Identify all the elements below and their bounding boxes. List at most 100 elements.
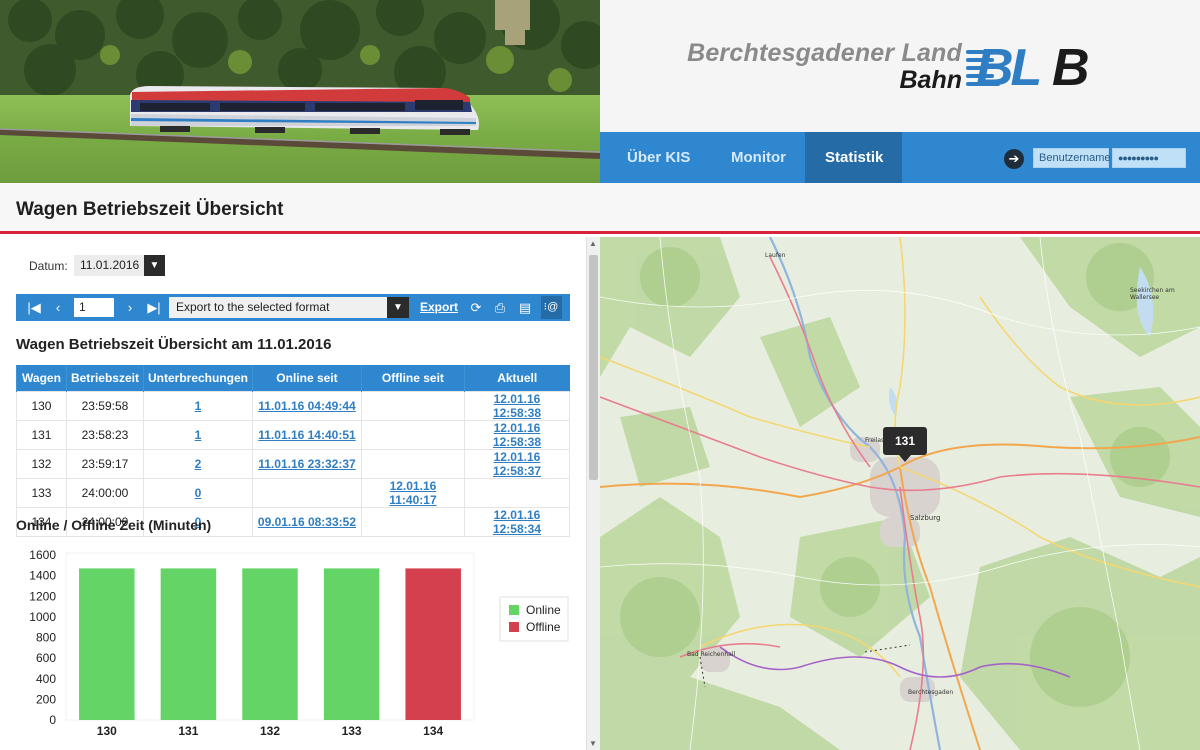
map-tiles (600, 237, 1200, 750)
bar-134[interactable] (405, 568, 461, 720)
legend-swatch-online (509, 605, 519, 615)
aktuell-link[interactable]: 12.01.16 12:58:37 (493, 450, 541, 478)
vehicle-map[interactable]: Freilassing Salzburg Bad Reichenhall Ber… (600, 237, 1200, 750)
online-link[interactable]: 11.01.16 04:49:44 (258, 399, 355, 413)
online-link[interactable]: 09.01.16 08:33:52 (258, 515, 356, 529)
brand-name: Berchtesgadener Land Bahn (687, 40, 962, 94)
chevron-down-icon[interactable]: ▼ (387, 297, 409, 318)
report-toolbar: |◀ ‹ 1 › ▶| Export to the selected forma… (16, 294, 570, 321)
y-tick-label: 200 (36, 692, 56, 706)
export-format-select[interactable]: Export to the selected format (169, 297, 387, 318)
bar-132[interactable] (242, 568, 298, 720)
column-header: Unterbrechungen (142, 365, 253, 391)
first-page-icon[interactable]: |◀ (24, 294, 44, 321)
report-title: Wagen Betriebszeit Übersicht am 11.01.20… (16, 336, 332, 353)
last-page-icon[interactable]: ▶| (144, 294, 164, 321)
nav-item-ueber-kis[interactable]: Über KIS (607, 132, 710, 183)
online-link[interactable]: 11.01.16 14:40:51 (258, 428, 355, 442)
print-layout-icon[interactable]: ⎙ (490, 294, 510, 321)
brand-line-1: Berchtesgadener Land (687, 39, 962, 67)
brand-line-2: Bahn (899, 66, 963, 94)
cell-online: 11.01.16 04:49:44 (252, 390, 362, 421)
cell-wagen: 131 (16, 419, 67, 450)
offline-link[interactable]: 12.01.16 11:40:17 (389, 479, 436, 507)
y-tick-label: 1400 (29, 569, 56, 583)
cell-unterbrechungen: 1 (142, 419, 254, 450)
y-tick-label: 1200 (29, 589, 56, 603)
bar-133[interactable] (323, 568, 380, 720)
scroll-down-icon[interactable]: ▼ (589, 739, 597, 748)
prev-page-icon[interactable]: ‹ (48, 294, 68, 321)
table-header-row: Wagen Betriebszeit Unterbrechungen Onlin… (16, 365, 570, 391)
datum-field[interactable]: 11.01.2016 (74, 255, 144, 276)
nav-item-statistik[interactable]: Statistik (805, 132, 902, 183)
scroll-up-icon[interactable]: ▲ (589, 239, 597, 248)
cell-unterbrechungen: 0 (142, 477, 254, 508)
cell-wagen: 133 (16, 477, 67, 508)
bar-131[interactable] (160, 568, 217, 720)
online-link[interactable]: 11.01.16 23:32:37 (258, 457, 355, 471)
chart-title: Online / Offline Zeit (Minuten) (16, 517, 212, 533)
cell-wagen: 130 (16, 390, 67, 421)
cell-betriebszeit: 23:59:17 (65, 448, 144, 479)
table-row: 130 23:59:58 1 11.01.16 04:49:44 12.01.16 12… (16, 390, 571, 421)
aktuell-link[interactable]: 12.01.16 12:58:38 (493, 392, 541, 420)
x-tick-label: 133 (342, 724, 362, 738)
aktuell-link[interactable]: 12.01.16 12:58:38 (493, 421, 541, 449)
map-place-label: Berchtesgaden (908, 689, 954, 696)
unterbrechungen-link[interactable]: 2 (195, 457, 202, 471)
x-tick-label: 132 (260, 724, 280, 738)
map-place-label: Seekirchen am Wallersee (1130, 287, 1175, 301)
password-input[interactable]: ●●●●●●●●● (1112, 148, 1186, 168)
unterbrechungen-link[interactable]: 1 (195, 428, 202, 442)
page-title-bar: Wagen Betriebszeit Übersicht (0, 183, 1200, 234)
x-tick-label: 134 (423, 724, 443, 738)
y-tick-label: 1600 (29, 548, 56, 562)
vertical-scrollbar[interactable]: ▲ ▼ (586, 237, 600, 750)
page-number-input[interactable]: 1 (74, 298, 114, 317)
header-train-photo (0, 0, 600, 183)
cell-offline: 12.01.16 11:40:17 (360, 477, 465, 508)
cell-betriebszeit: 23:58:23 (65, 419, 144, 450)
print-icon[interactable]: ▤ (515, 294, 535, 321)
cell-aktuell: 12.01.16 12:58:34 (463, 506, 571, 537)
y-tick-label: 600 (36, 651, 56, 665)
column-header: Betriebszeit (65, 365, 144, 391)
unterbrechungen-link[interactable]: 1 (195, 399, 202, 413)
column-header: Online seit (252, 365, 362, 391)
export-link[interactable]: Export (420, 294, 458, 321)
toggle-params-icon: ⁝@ (543, 301, 559, 313)
scrollbar-thumb[interactable] (589, 255, 598, 480)
chevron-down-icon[interactable]: ▼ (144, 255, 165, 276)
unterbrechungen-link[interactable]: 0 (195, 486, 202, 500)
cell-unterbrechungen: 2 (142, 448, 254, 479)
cell-unterbrechungen: 1 (142, 390, 254, 421)
legend-label: Online (526, 603, 561, 617)
logo-letter-b: B (1052, 39, 1090, 97)
page-title: Wagen Betriebszeit Übersicht (16, 199, 284, 220)
cell-aktuell: 12.01.16 12:58:37 (463, 448, 571, 479)
vehicle-marker[interactable]: 131 (883, 427, 927, 462)
next-page-icon[interactable]: › (120, 294, 140, 321)
cell-aktuell (463, 477, 571, 508)
legend-swatch-offline (509, 622, 519, 632)
aktuell-link[interactable]: 12.01.16 12:58:34 (493, 508, 541, 536)
refresh-icon[interactable]: ⟳ (466, 294, 486, 321)
table-row: 131 23:58:23 1 11.01.16 14:40:51 12.01.16 12… (16, 419, 571, 450)
x-tick-label: 130 (97, 724, 117, 738)
cell-aktuell: 12.01.16 12:58:38 (463, 419, 571, 450)
train-illustration (0, 86, 600, 159)
username-input[interactable]: Benutzername (1033, 148, 1111, 168)
cell-betriebszeit: 24:00:00 (65, 477, 144, 508)
logo-letters-bl: BL (976, 39, 1042, 97)
bar-130[interactable] (79, 568, 135, 720)
toggle-params-button[interactable]: ⁝@ (541, 296, 562, 319)
map-place-label: Salzburg (910, 514, 941, 522)
nav-item-monitor[interactable]: Monitor (711, 132, 806, 183)
cell-aktuell: 12.01.16 12:58:38 (463, 390, 571, 421)
table-row: 132 23:59:17 2 11.01.16 23:32:37 12.01.16 12… (16, 448, 571, 479)
arrow-right-circle-icon[interactable]: ➔ (1004, 149, 1024, 169)
cell-offline (360, 506, 465, 537)
cell-offline (360, 419, 465, 450)
datum-label: Datum: (29, 259, 68, 273)
